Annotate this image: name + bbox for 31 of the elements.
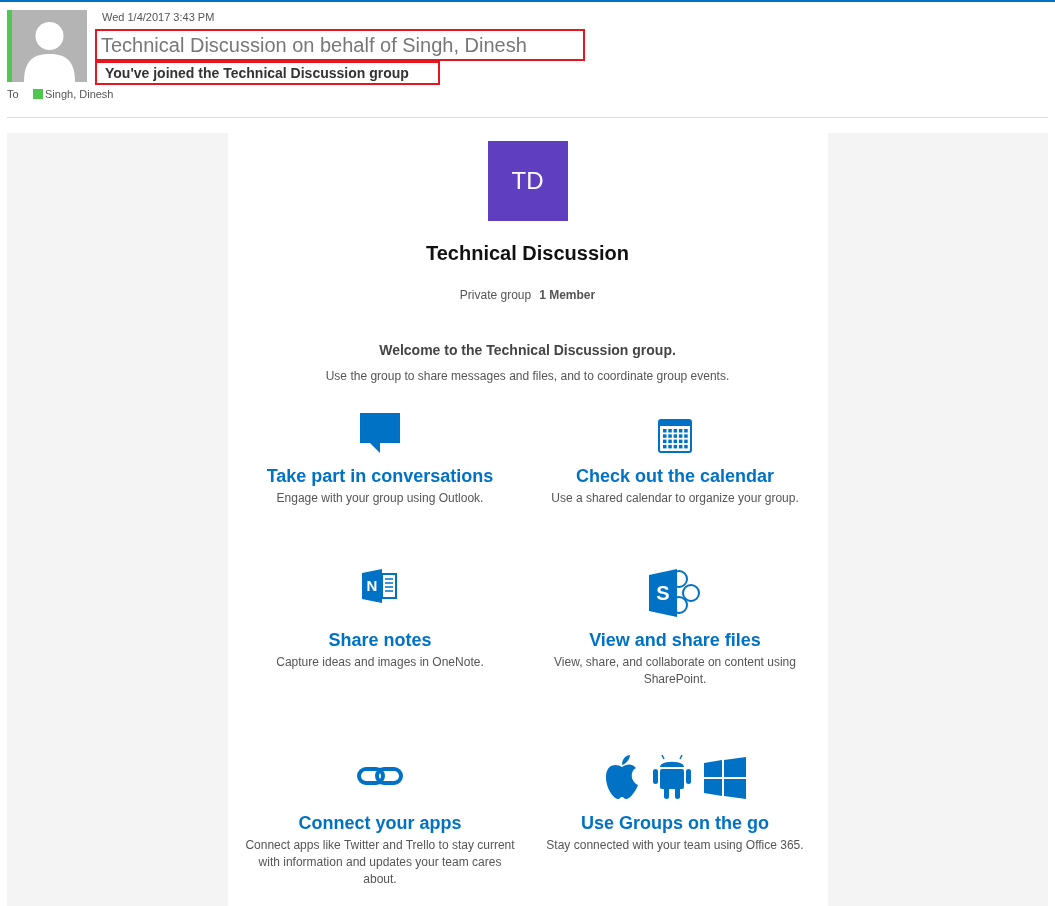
feature-link[interactable]: Connect your apps	[298, 809, 462, 837]
welcome-text: Use the group to share messages and files, and to coordinate group events.	[325, 367, 730, 385]
window-icon	[704, 756, 746, 799]
feature-description: Use a shared calendar to organize your group.	[550, 489, 800, 507]
welcome-title: Welcome to the Technical Discussion group.	[379, 340, 676, 360]
feature-description: Connect apps like Twitter and Trello to stay current with information and updates your team cares about.	[244, 836, 516, 888]
to-label: To	[7, 87, 20, 102]
feature-link[interactable]: Share notes	[328, 626, 432, 654]
feature-link[interactable]: Check out the calendar	[575, 462, 775, 490]
privacy-text: Private group	[459, 286, 532, 304]
feature-description: View, share, and collaborate on content using SharePoint.	[553, 653, 797, 688]
calendar-icon	[658, 418, 692, 453]
robot-icon	[652, 752, 692, 799]
heading-text: You've joined the Technical Discussion group	[95, 61, 440, 85]
avatar-icon	[12, 10, 87, 82]
feature-description: Capture ideas and images in OneNote.	[275, 653, 485, 671]
member-count: 1 Member	[539, 286, 596, 304]
recipient-link[interactable]: Singh, Dinesh	[45, 86, 114, 103]
group-name: Technical Discussion	[426, 240, 629, 266]
speech-bubble-icon	[360, 412, 400, 453]
feature-link[interactable]: Take part in conversations	[266, 462, 494, 490]
apple-icon	[604, 754, 640, 799]
feature-description: Engage with your group using Outlook.	[275, 489, 485, 507]
sender-status-bar	[7, 10, 12, 82]
feature-link[interactable]: View and share files	[589, 626, 761, 654]
group-initials-tile: TD	[487, 140, 568, 221]
link-icon	[357, 766, 403, 785]
feature-description: Stay connected with your team using Office 365.	[545, 836, 805, 854]
date-text: Wed 1/4/2017 3:43 PM	[102, 10, 216, 24]
subject-text: Technical Discussion on behalf of Singh, Dinesh	[95, 29, 585, 61]
feature-link[interactable]: Use Groups on the go	[581, 809, 769, 837]
